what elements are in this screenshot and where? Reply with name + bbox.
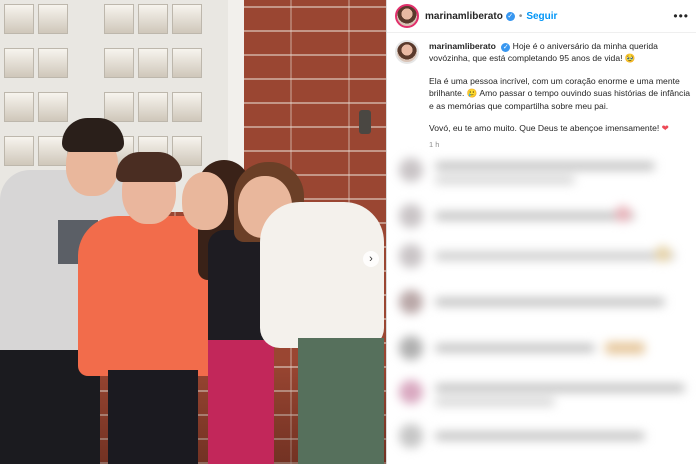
separator: •: [518, 10, 523, 22]
person-woman-white: [232, 162, 386, 464]
heart-icon: ❤: [661, 124, 669, 134]
next-arrow-icon[interactable]: ›: [363, 251, 379, 267]
verified-badge-icon: ✓: [501, 43, 511, 52]
verified-badge-icon: ✓: [505, 11, 515, 21]
caption-text-3: Vovó, eu te amo muito. Que Deus te abenç…: [429, 123, 660, 133]
comments-list-blurred: [387, 146, 696, 464]
more-dots-icon[interactable]: •••: [673, 9, 689, 23]
username[interactable]: marinamliberato: [425, 11, 503, 22]
wall-lamp: [359, 110, 371, 134]
post-photo: ›: [0, 0, 386, 464]
post-header: marinamliberato ✓ • Seguir •••: [387, 0, 696, 33]
follow-button[interactable]: Seguir: [526, 11, 557, 22]
caption-username[interactable]: marinamliberato: [429, 41, 496, 51]
emoji-pleading-icon: 🥹: [624, 54, 636, 64]
avatar[interactable]: [395, 4, 419, 28]
caption-avatar[interactable]: [395, 40, 419, 64]
post-sidebar: marinamliberato ✓ • Seguir ••• marinamli…: [386, 0, 696, 464]
post-caption: marinamliberato ✓ Hoje é o aniversário d…: [395, 40, 691, 151]
emoji-smile-tear-icon: 🥲: [466, 89, 478, 99]
